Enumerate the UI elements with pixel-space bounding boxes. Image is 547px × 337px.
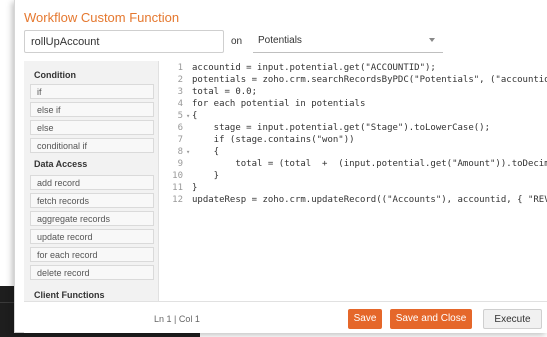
custom-function-dialog: Workflow Custom Function rollUpAccount o… xyxy=(14,0,547,333)
on-label: on xyxy=(231,36,243,47)
code-line: 7 if (stage.contains("won")) xyxy=(177,135,355,145)
snippet-fetch-records[interactable]: fetch records xyxy=(30,193,154,208)
code-editor[interactable]: 1 accountid = input.potential.get("ACCOUN… xyxy=(159,61,547,301)
code-line: 9 total = (total + (input.potential.get(… xyxy=(177,159,547,169)
snippet-delete-record[interactable]: delete record xyxy=(30,265,154,280)
code-line: 6 stage = input.potential.get("Stage").t… xyxy=(177,123,491,133)
execute-button[interactable]: Execute xyxy=(483,309,542,329)
module-select[interactable]: Potentials xyxy=(253,30,443,53)
snippet-else-if[interactable]: else if xyxy=(30,102,154,117)
snippet-for-each-record[interactable]: for each record xyxy=(30,247,154,262)
section-heading-condition: Condition xyxy=(34,70,76,80)
snippet-sidebar: Condition if else if else conditional if… xyxy=(24,61,159,301)
code-line: 1 accountid = input.potential.get("ACCOUN… xyxy=(177,63,436,73)
section-heading-client-functions: Client Functions xyxy=(34,290,105,300)
code-line: 4 for each potential in potentials xyxy=(177,99,366,109)
snippet-add-record[interactable]: add record xyxy=(30,175,154,190)
save-and-close-button[interactable]: Save and Close xyxy=(390,309,472,329)
code-line: 5 ▾{ xyxy=(177,111,198,121)
code-line: 10 } xyxy=(172,171,220,181)
cursor-position: Ln 1 | Col 1 xyxy=(154,314,200,324)
code-line: 12 updateResp = zoho.crm.updateRecord(("A… xyxy=(172,195,547,205)
code-line: 11} xyxy=(172,183,198,193)
snippet-update-record[interactable]: update record xyxy=(30,229,154,244)
snippet-else[interactable]: else xyxy=(30,120,154,135)
function-name-input[interactable]: rollUpAccount xyxy=(24,30,224,53)
code-line: 2 potentials = zoho.crm.searchRecordsByPD… xyxy=(177,75,547,85)
code-line: 3 total = 0.0; xyxy=(177,87,258,97)
snippet-aggregate-records[interactable]: aggregate records xyxy=(30,211,154,226)
snippet-conditional-if[interactable]: conditional if xyxy=(30,138,154,153)
chevron-down-icon xyxy=(429,38,435,42)
save-button[interactable]: Save xyxy=(348,309,382,329)
section-heading-data-access: Data Access xyxy=(34,159,88,169)
module-select-value: Potentials xyxy=(258,35,302,46)
snippet-if[interactable]: if xyxy=(30,84,154,99)
dialog-title: Workflow Custom Function xyxy=(24,10,180,25)
dialog-footer: Ln 1 | Col 1 Save Save and Close Execute xyxy=(24,301,547,333)
code-line: 8 ▾ { xyxy=(177,147,220,157)
